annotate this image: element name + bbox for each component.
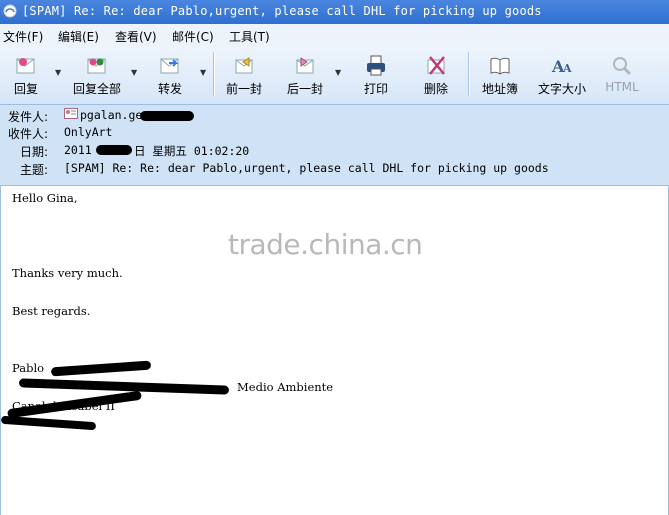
reply-label: 回复 xyxy=(13,82,38,96)
toolbar-separator xyxy=(213,52,215,96)
forward-label: 转发 xyxy=(157,82,182,96)
menu-bar: 文件(F) 编辑(E) 查看(V) 邮件(C) 工具(T) xyxy=(0,24,669,46)
delete-button[interactable]: 删除 xyxy=(418,50,454,100)
menu-file[interactable]: 文件(F) xyxy=(3,28,43,45)
reply-all-icon xyxy=(87,58,106,74)
previous-message-icon xyxy=(235,57,253,74)
redaction-scribble xyxy=(96,145,132,155)
message-header: 发件人: pgalan.ge 收件人: OnlyArt 日期: 2011 日 星… xyxy=(0,105,669,186)
next-button[interactable]: 后一封 xyxy=(283,50,327,100)
print-label: 打印 xyxy=(363,82,388,96)
window-title: [SPAM] Re: Re: dear Pablo,urgent, please… xyxy=(22,4,542,18)
next-dropdown-arrow[interactable]: ▼ xyxy=(335,68,341,77)
mail-app-icon xyxy=(3,4,17,18)
text-size-label: 文字大小 xyxy=(537,82,586,96)
menu-view[interactable]: 查看(V) xyxy=(115,28,157,45)
forward-icon xyxy=(160,58,179,74)
toolbar: 回复 ▼ 回复全部 ▼ 转发 ▼ 前一封 后一封 ▼ 打印 删除 地址簿 A A… xyxy=(0,46,669,105)
reply-all-dropdown-arrow[interactable]: ▼ xyxy=(131,68,137,77)
regards-line: Best regards. xyxy=(12,304,91,318)
forward-button[interactable]: 转发 xyxy=(150,50,190,100)
text-size-icon: A A xyxy=(551,57,572,76)
address-book-button[interactable]: 地址簿 xyxy=(478,50,522,100)
subject-label: 主题: xyxy=(19,163,48,177)
redaction-scribble xyxy=(140,111,194,121)
address-book-icon xyxy=(490,57,510,75)
thanks-line: Thanks very much. xyxy=(12,266,123,280)
delete-label: 删除 xyxy=(423,82,448,96)
from-label: 发件人: xyxy=(7,110,48,124)
faded-area xyxy=(1,214,241,244)
reply-icon xyxy=(16,58,35,74)
from-value[interactable]: pgalan.ge xyxy=(80,108,142,122)
redaction-scribble xyxy=(0,415,97,431)
previous-button[interactable]: 前一封 xyxy=(222,50,266,100)
title-bar: [SPAM] Re: Re: dear Pablo,urgent, please… xyxy=(0,0,669,24)
date-value-time: 日 星期五 01:02:20 xyxy=(134,144,250,158)
date-value-year: 2011 xyxy=(64,143,92,157)
date-label: 日期: xyxy=(19,145,48,159)
redaction-scribble xyxy=(50,360,152,377)
subject-value: [SPAM] Re: Re: dear Pablo,urgent, please… xyxy=(64,161,549,175)
to-value[interactable]: OnlyArt xyxy=(64,125,112,139)
greeting-line: Hello Gina, xyxy=(12,191,78,205)
menu-mail[interactable]: 邮件(C) xyxy=(172,28,214,45)
reply-all-label: 回复全部 xyxy=(72,82,121,96)
printer-icon xyxy=(367,55,385,76)
delete-icon xyxy=(427,56,445,75)
next-message-icon xyxy=(296,57,314,74)
html-view-icon xyxy=(613,57,632,76)
menu-edit[interactable]: 编辑(E) xyxy=(58,28,99,45)
html-button[interactable]: HTML xyxy=(604,50,640,100)
text-size-button[interactable]: A A 文字大小 xyxy=(534,50,590,100)
reply-dropdown-arrow[interactable]: ▼ xyxy=(55,68,61,77)
signature-department: Medio Ambiente xyxy=(237,380,334,394)
signature-name: Pablo xyxy=(12,361,45,375)
print-button[interactable]: 打印 xyxy=(358,50,394,100)
menu-tools[interactable]: 工具(T) xyxy=(229,28,270,45)
html-label: HTML xyxy=(605,80,639,94)
reply-button[interactable]: 回复 xyxy=(6,50,46,100)
address-book-label: 地址簿 xyxy=(481,82,518,96)
toolbar-separator xyxy=(468,52,470,96)
reply-all-button[interactable]: 回复全部 xyxy=(68,50,126,100)
svg-text:A: A xyxy=(562,62,572,75)
previous-label: 前一封 xyxy=(225,82,262,96)
next-label: 后一封 xyxy=(286,82,323,96)
to-label: 收件人: xyxy=(7,127,48,141)
forward-dropdown-arrow[interactable]: ▼ xyxy=(200,68,206,77)
watermark-text: trade.china.cn xyxy=(228,228,423,261)
contact-card-icon xyxy=(64,108,78,122)
